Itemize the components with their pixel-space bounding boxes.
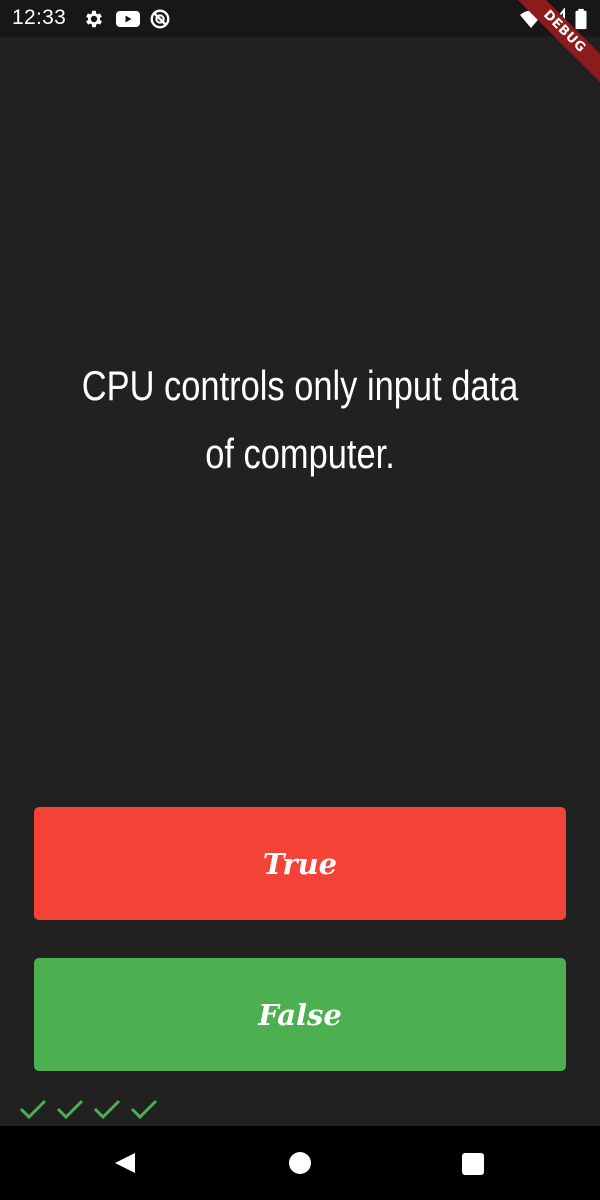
status-time: 12:33 — [12, 6, 67, 29]
wifi-icon — [520, 10, 542, 28]
signal-icon — [548, 8, 565, 29]
back-icon[interactable] — [113, 1151, 137, 1175]
recents-icon[interactable] — [462, 1153, 484, 1175]
home-icon[interactable] — [289, 1152, 311, 1174]
data-saver-icon — [150, 9, 170, 29]
status-bar: 12:33 — [0, 0, 600, 37]
check-icon — [93, 1099, 121, 1120]
true-button[interactable]: True — [34, 807, 566, 920]
true-button-label: True — [262, 846, 338, 881]
check-icon — [19, 1099, 47, 1120]
gear-icon — [86, 10, 102, 28]
youtube-icon — [116, 11, 140, 27]
quiz-screen: 12:33 DEBUG CPU controls only input data — [0, 0, 600, 1200]
navigation-bar — [0, 1126, 600, 1200]
question-text: CPU controls only input data of computer… — [81, 362, 519, 477]
false-button-label: False — [258, 997, 342, 1032]
check-icon — [56, 1099, 84, 1120]
false-button[interactable]: False — [34, 958, 566, 1071]
score-keeper — [18, 1094, 159, 1124]
battery-icon — [575, 8, 587, 30]
check-icon — [130, 1099, 158, 1120]
